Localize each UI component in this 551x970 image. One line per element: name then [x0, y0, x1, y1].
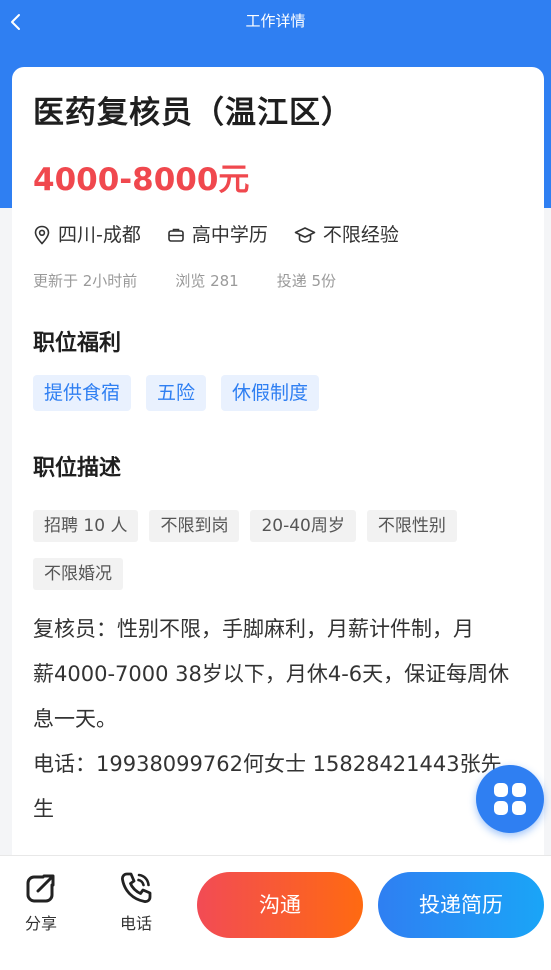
apply-resume-button[interactable]: 投递简历: [378, 872, 544, 938]
bottom-action-bar: 分享 电话 沟通 投递简历: [0, 855, 551, 970]
requirement-tag: 20-40周岁: [250, 510, 356, 542]
job-detail-page: 工作详情 医药复核员（温江区） 4000-8000元 四川-成都 高中学历 不限…: [0, 0, 551, 970]
salary: 4000-8000元: [33, 162, 250, 198]
job-title: 医药复核员（温江区）: [33, 95, 353, 131]
view-count: 浏览 281: [175, 271, 239, 290]
requirement-tag: 不限到岗: [149, 510, 240, 542]
description-line: 生: [33, 797, 54, 821]
share-icon: [26, 874, 55, 903]
nav-bar: 工作详情: [0, 0, 551, 44]
grid-menu-icon: [494, 783, 526, 815]
description-line: 薪4000-7000 38岁以下，月休4-6天，保证每周休: [33, 662, 510, 686]
requirement-tag: 招聘 10 人: [33, 510, 139, 542]
description-line: 复核员：性别不限，手脚麻利，月薪计件制，月: [33, 617, 474, 641]
briefcase-icon: [168, 228, 184, 242]
floating-menu-button[interactable]: [476, 765, 544, 833]
application-count: 投递 5份: [276, 271, 337, 290]
location-item: 四川-成都: [33, 222, 141, 248]
location-text: 四川-成都: [58, 224, 141, 246]
job-card: 医药复核员（温江区） 4000-8000元 四川-成都 高中学历 不限经验 更新…: [12, 67, 544, 867]
phone-label: 电话: [119, 914, 152, 933]
benefits-title: 职位福利: [33, 331, 122, 356]
description-line: 电话：19938099762何女士 15828421443张先: [33, 752, 502, 776]
description-line: 息一天。: [33, 707, 117, 731]
share-label: 分享: [24, 914, 57, 933]
requirement-tags: 招聘 10 人 不限到岗 20-40周岁 不限性别 不限婚况: [33, 510, 513, 606]
education-text: 高中学历: [191, 224, 268, 246]
job-meta: 四川-成都 高中学历 不限经验: [33, 222, 425, 248]
benefit-tags: 提供食宿 五险 休假制度: [33, 375, 334, 411]
phone-icon: [121, 872, 152, 903]
location-pin-icon: [34, 225, 50, 245]
page-title: 工作详情: [245, 12, 306, 30]
share-button[interactable]: 分享: [11, 870, 71, 940]
description-title: 职位描述: [33, 456, 122, 481]
education-item: 高中学历: [167, 222, 268, 248]
job-stats: 更新于 2小时前 浏览 281 投递 5份: [33, 268, 374, 292]
benefit-tag: 休假制度: [221, 375, 320, 411]
phone-button[interactable]: 电话: [106, 870, 166, 940]
requirement-tag: 不限婚况: [33, 558, 123, 590]
job-description: 复核员：性别不限，手脚麻利，月薪计件制，月 薪4000-7000 38岁以下，月…: [33, 607, 513, 832]
experience-text: 不限经验: [322, 224, 399, 246]
experience-item: 不限经验: [294, 222, 399, 248]
requirement-tag: 不限性别: [366, 510, 457, 542]
benefit-tag: 五险: [146, 375, 207, 411]
graduation-cap-icon: [294, 227, 316, 243]
benefit-tag: 提供食宿: [33, 375, 132, 411]
updated-time: 更新于 2小时前: [33, 271, 138, 290]
chat-button[interactable]: 沟通: [197, 872, 363, 938]
